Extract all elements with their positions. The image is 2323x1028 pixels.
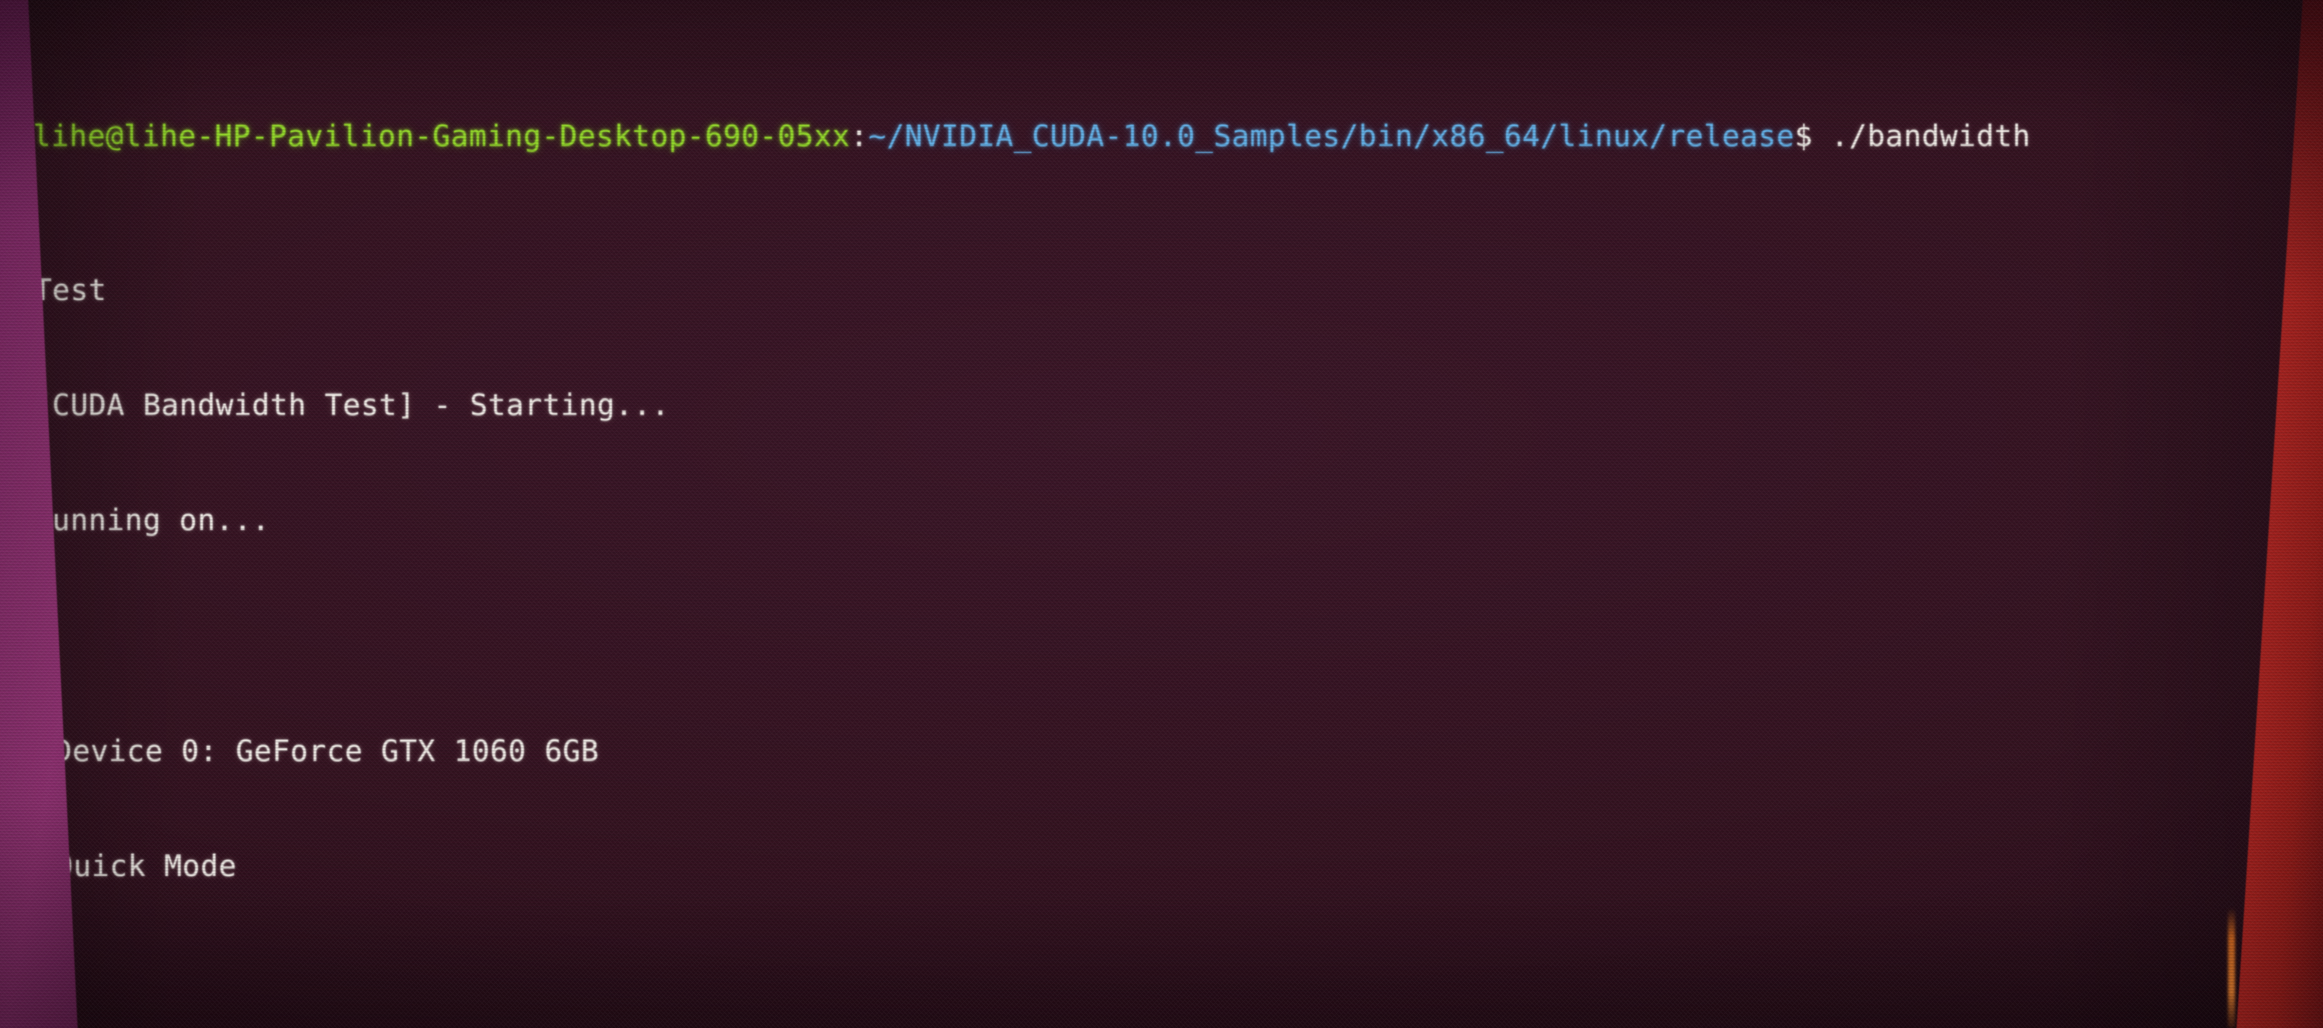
screen-edge-amber-strip: [2228, 908, 2235, 1028]
command-wrap-line: Test: [34, 272, 107, 307]
terminal-window[interactable]: lihe@lihe-HP-Pavilion-Gaming-Desktop-690…: [28, 0, 2303, 1028]
output-running-on: Running on...: [34, 503, 271, 538]
prompt-command: ./bandwidth: [1812, 119, 2031, 154]
prompt-sigil: $: [1794, 119, 1813, 154]
monitor-photo: lihe@lihe-HP-Pavilion-Gaming-Desktop-690…: [0, 0, 2323, 1028]
prompt-line-command: lihe@lihe-HP-Pavilion-Gaming-Desktop-690…: [28, 111, 2303, 155]
output-device-name: Device 0: GeForce GTX 1060 6GB: [36, 733, 599, 768]
prompt-separator: :: [850, 119, 869, 154]
prompt-user-host: lihe@lihe-HP-Pavilion-Gaming-Desktop-690…: [33, 119, 851, 154]
terminal-output-area[interactable]: lihe@lihe-HP-Pavilion-Gaming-Desktop-690…: [28, 0, 2303, 1024]
prompt-path: ~/NVIDIA_CUDA-10.0_Samples/bin/x86_64/li…: [868, 119, 1795, 154]
output-mode: Quick Mode: [37, 848, 237, 883]
output-header: [CUDA Bandwidth Test] - Starting...: [34, 388, 670, 423]
